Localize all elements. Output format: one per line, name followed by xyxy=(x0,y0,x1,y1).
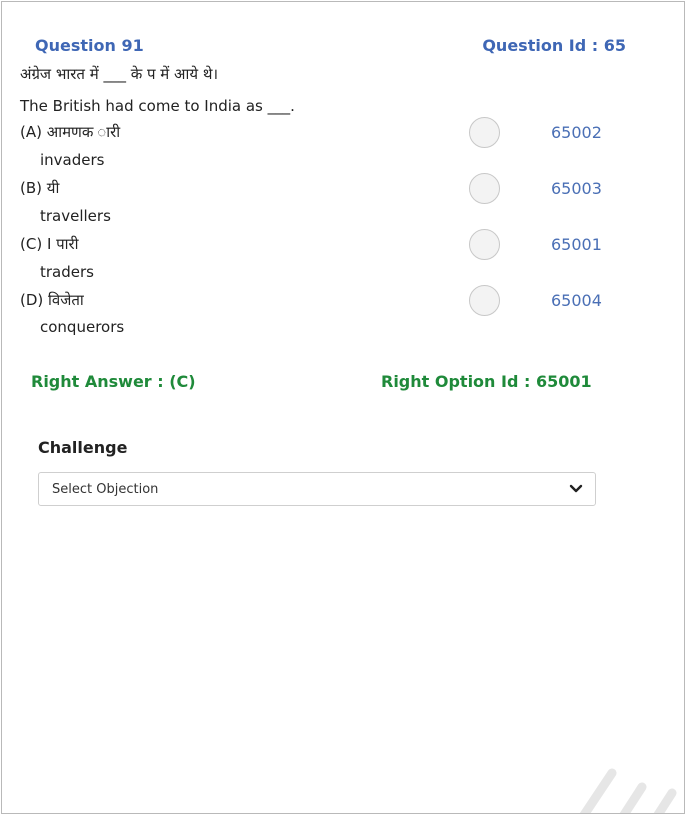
challenge-label: Challenge xyxy=(38,438,128,457)
question-text-hindi: अंग्रेज भारत में ___ के प में आये थे। xyxy=(20,65,219,83)
question-panel: Question 91 Question Id : 65 अंग्रेज भार… xyxy=(1,1,685,814)
option-a-radio[interactable] xyxy=(469,117,500,148)
option-a-id: 65002 xyxy=(551,123,602,142)
option-c-radio[interactable] xyxy=(469,229,500,260)
option-d-english: conquerors xyxy=(40,318,125,336)
right-answer: Right Answer : (C) xyxy=(31,372,196,391)
option-c-hindi: (C) I पारी xyxy=(20,235,79,253)
option-a-english: invaders xyxy=(40,151,105,169)
watermark-logo xyxy=(579,768,677,813)
option-a-hindi: (A) आमणक ारी xyxy=(20,123,121,141)
option-d-radio[interactable] xyxy=(469,285,500,316)
option-c-id: 65001 xyxy=(551,235,602,254)
option-b-hindi: (B) यी xyxy=(20,179,60,197)
right-option-id: Right Option Id : 65001 xyxy=(381,372,592,391)
question-header: Question 91 Question Id : 65 xyxy=(35,36,626,58)
option-b-english: travellers xyxy=(40,207,111,225)
question-number: Question 91 xyxy=(35,36,144,55)
chevron-down-icon xyxy=(569,484,583,493)
option-b-id: 65003 xyxy=(551,179,602,198)
option-d-id: 65004 xyxy=(551,291,602,310)
option-c-english: traders xyxy=(40,263,94,281)
objection-select-value: Select Objection xyxy=(52,482,159,497)
option-d-hindi: (D) विजेता xyxy=(20,291,84,309)
question-text-english: The British had come to India as ___. xyxy=(20,97,295,115)
option-b-radio[interactable] xyxy=(469,173,500,204)
objection-select[interactable]: Select Objection xyxy=(38,472,596,506)
question-id: Question Id : 65 xyxy=(482,36,626,55)
